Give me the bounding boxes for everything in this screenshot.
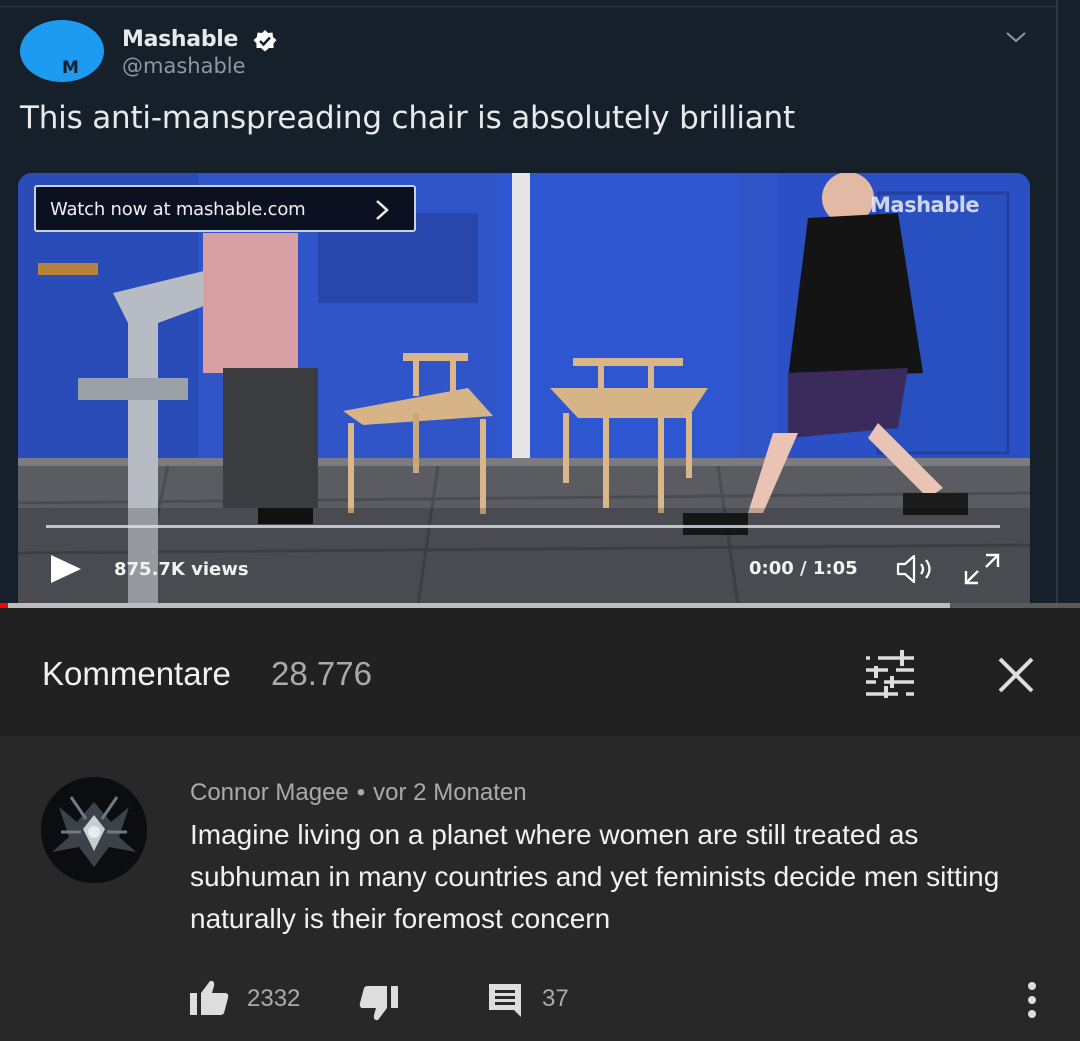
comments-count: 28.776 [271,655,372,692]
volume-icon[interactable] [894,553,942,585]
chevron-right-icon [376,200,389,220]
thumbs-down-icon[interactable] [358,984,400,1022]
play-icon[interactable] [49,554,83,584]
reply-count: 37 [542,985,569,1012]
tweet-divider [0,6,1058,7]
avatar[interactable] [41,777,147,883]
tweet-avatar: M [20,20,104,82]
tweet-divider-right [1056,0,1058,605]
sort-icon[interactable] [862,650,918,698]
chevron-down-icon [1006,32,1026,43]
more-vert-icon[interactable] [1020,979,1044,1021]
comment-author[interactable]: Connor Magee [190,779,349,806]
tweet-text: This anti-manspreading chair is absolute… [20,100,795,136]
comment-text: Imagine living on a planet where women a… [190,819,1000,934]
comment-meta: Connor Magee • vor 2 Monaten [190,779,527,807]
reply-icon[interactable] [486,981,524,1019]
watch-now-label: Watch now at mashable.com [50,199,306,220]
verified-icon [253,30,277,52]
comments-title: Kommentare [42,655,231,692]
video-frame: Watch now at mashable.com Mashable 875.7… [18,173,1030,605]
comment-age: vor 2 Monaten [373,779,527,806]
video-time: 0:00 / 1:05 [749,558,858,579]
video-seek-bar[interactable] [46,525,1000,528]
close-icon[interactable] [993,652,1039,698]
video-scene-image [18,173,1030,605]
fullscreen-icon[interactable] [962,551,1002,587]
video-watermark: Mashable [870,193,980,217]
tweet-avatar-letter: M [62,58,79,78]
watch-now-banner[interactable]: Watch now at mashable.com [34,185,416,232]
like-count: 2332 [247,985,301,1012]
view-count: 875.7K views [114,559,249,580]
avatar-image [41,777,147,883]
tweet-author-name: Mashable [122,27,239,52]
meta-separator: • [356,779,366,806]
comment-item: Connor Magee • vor 2 Monaten Imagine livin… [0,736,1080,1041]
tweet-author-handle: @mashable [122,54,246,78]
comments-header: Kommentare 28.776 [0,608,1080,736]
video-player[interactable]: M Mashable @mashable This anti-manspread… [0,0,1080,605]
thumbs-up-icon[interactable] [188,979,230,1017]
